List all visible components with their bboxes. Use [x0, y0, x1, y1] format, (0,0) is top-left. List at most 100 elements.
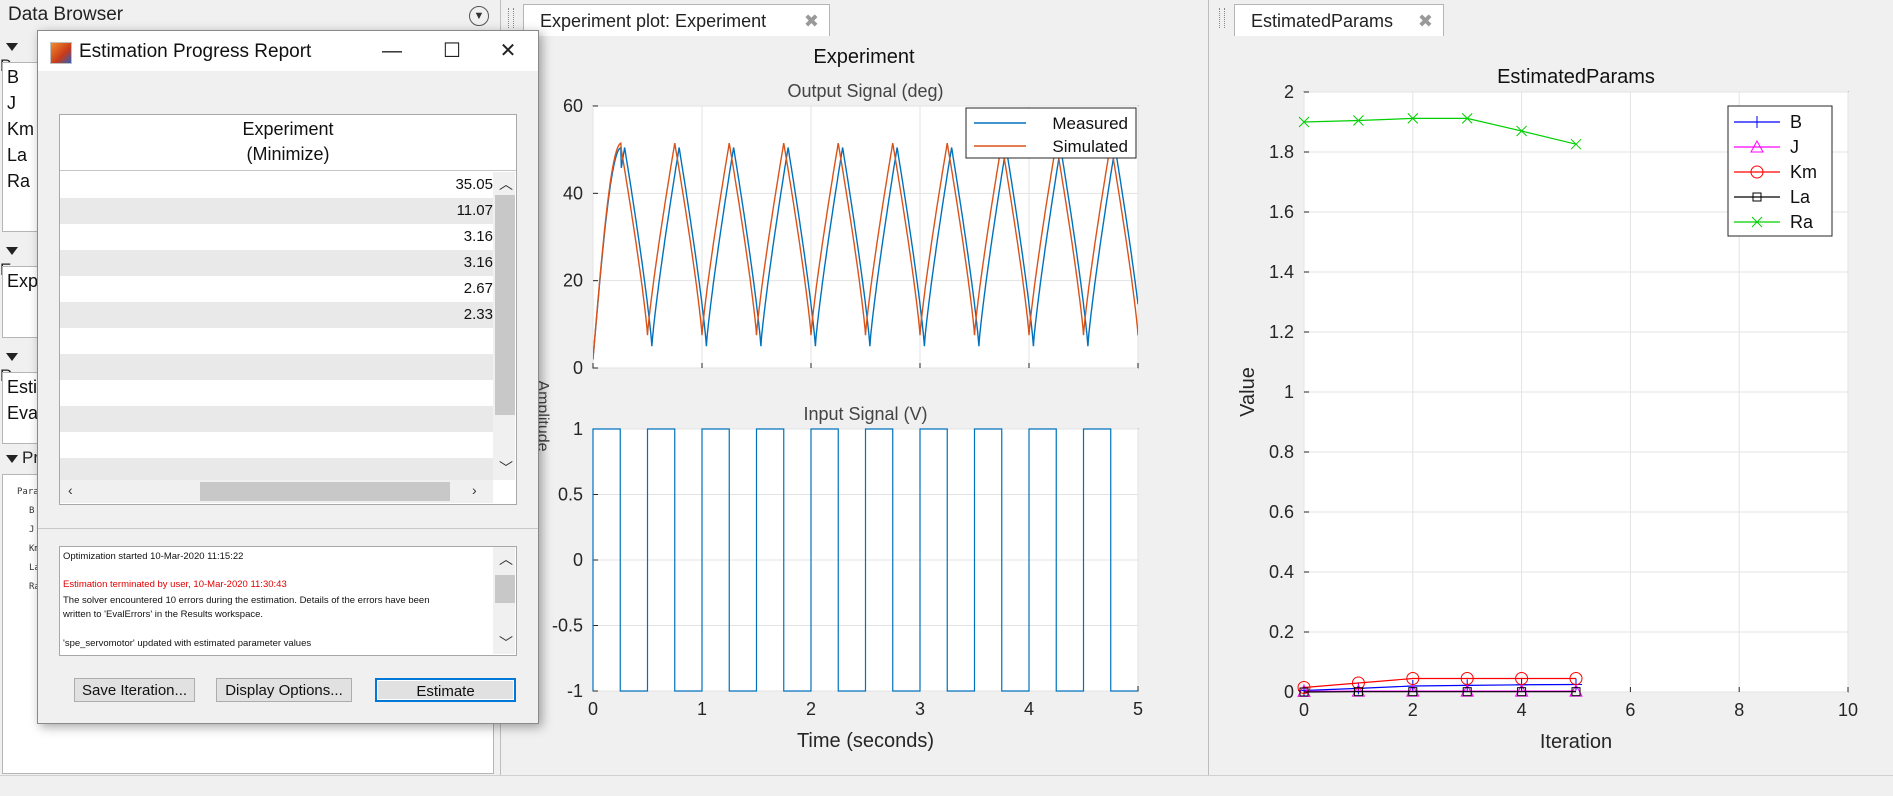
- close-icon[interactable]: ✖: [804, 5, 819, 37]
- y-tick-label: 0.4: [1269, 562, 1294, 582]
- list-item[interactable]: La: [7, 145, 27, 166]
- drag-grip[interactable]: [508, 8, 514, 28]
- preview-text: Para: [17, 487, 39, 497]
- legend-label: Ra: [1790, 212, 1814, 232]
- x-tick-label: 6: [1625, 700, 1635, 720]
- estimated-params-figure: 024681000.20.40.60.811.21.41.61.82Estima…: [1211, 36, 1893, 776]
- display-options-button[interactable]: Display Options...: [216, 678, 352, 702]
- table-row-empty: [60, 328, 493, 354]
- y-tick-label: 0: [573, 550, 583, 570]
- section-results-header[interactable]: Re: [0, 346, 40, 372]
- dialog-title: Estimation Progress Report: [79, 41, 311, 63]
- axes-title: EstimatedParams: [1497, 66, 1655, 88]
- legend-label: J: [1790, 137, 1799, 157]
- progress-table: Experiment (Minimize) 35.05 11.07 3.16 3…: [59, 114, 517, 505]
- divider: [38, 528, 538, 529]
- scrollbar-thumb[interactable]: [200, 482, 450, 501]
- figure-title: Experiment: [813, 46, 915, 68]
- series-input-line: [593, 429, 1138, 691]
- section-parameters-header[interactable]: Pa: [0, 36, 40, 62]
- tab-experiment-plot[interactable]: Experiment plot: Experiment ✖: [523, 4, 830, 36]
- input-signal-axes: 012345-1-0.500.51Input Signal (V)Time (s…: [552, 404, 1143, 752]
- legend-label: Km: [1790, 162, 1817, 182]
- list-item[interactable]: B: [7, 67, 19, 88]
- x-tick-label: 8: [1734, 700, 1744, 720]
- table-row: 2.33: [60, 302, 493, 328]
- log-line: Optimization started 10-Mar-2020 11:15:2…: [63, 550, 483, 564]
- legend-label: La: [1790, 187, 1811, 207]
- table-row-empty: [60, 354, 493, 380]
- chevron-down-icon[interactable]: ﹀: [499, 633, 513, 653]
- table-row-empty: [60, 406, 493, 432]
- data-browser-title: Data Browser: [8, 4, 123, 26]
- x-tick-label: 2: [806, 699, 816, 719]
- close-icon[interactable]: ✖: [1418, 5, 1433, 37]
- log-line: 'spe_servomotor' updated with estimated …: [63, 637, 483, 651]
- close-button[interactable]: ✕: [478, 31, 538, 71]
- list-item[interactable]: Ra: [7, 171, 30, 192]
- preview-text: B: [29, 506, 34, 516]
- section-experiments-header[interactable]: Ex: [0, 240, 40, 266]
- status-bar: [0, 775, 1893, 796]
- x-tick-label: 0: [1299, 700, 1309, 720]
- dialog-titlebar[interactable]: Estimation Progress Report — ☐ ✕: [38, 31, 538, 71]
- chevron-up-icon[interactable]: ︿: [499, 549, 513, 569]
- chevron-left-icon[interactable]: ‹: [68, 482, 73, 498]
- scrollbar-thumb[interactable]: [495, 195, 515, 415]
- table-row: 3.16: [60, 250, 493, 276]
- table-header: Experiment (Minimize): [60, 115, 516, 171]
- y-tick-label: 1.6: [1269, 202, 1294, 222]
- x-axis-label: Iteration: [1540, 731, 1612, 753]
- y-tick-label: 0.6: [1269, 502, 1294, 522]
- x-axis-label: Time (seconds): [797, 730, 934, 752]
- list-item[interactable]: Km: [7, 119, 34, 140]
- table-row-empty: [60, 458, 493, 480]
- panel-divider[interactable]: [1208, 0, 1209, 775]
- chevron-down-icon[interactable]: ▼: [469, 6, 489, 26]
- legend-label: Measured: [1052, 114, 1128, 133]
- log-line-error: Estimation terminated by user, 10-Mar-20…: [63, 578, 483, 592]
- minimize-button[interactable]: —: [362, 31, 422, 71]
- axes-title: Output Signal (deg): [787, 81, 943, 101]
- tab-estimated-params[interactable]: EstimatedParams ✖: [1234, 4, 1444, 36]
- save-iteration-button[interactable]: Save Iteration...: [74, 678, 195, 702]
- chevron-down-icon[interactable]: ﹀: [499, 458, 513, 478]
- experiment-plot-panel: Experiment Amplitude 0204060Output Signa…: [502, 36, 1208, 776]
- table-row: 11.07: [60, 198, 493, 224]
- estimated-params-panel: 024681000.20.40.60.811.21.41.61.82Estima…: [1211, 36, 1893, 776]
- y-tick-label: 0.8: [1269, 442, 1294, 462]
- y-tick-label: -0.5: [552, 616, 583, 636]
- maximize-button[interactable]: ☐: [422, 31, 482, 71]
- log-line: The solver encountered 10 errors during …: [63, 594, 483, 608]
- y-tick-label: 1.2: [1269, 322, 1294, 342]
- section-preview-header[interactable]: Pr: [0, 448, 40, 474]
- legend-label: Simulated: [1052, 137, 1128, 156]
- table-row-empty: [60, 380, 493, 406]
- y-tick-label: 2: [1284, 82, 1294, 102]
- log-textbox[interactable]: Optimization started 10-Mar-2020 11:15:2…: [59, 546, 517, 656]
- x-tick-label: 4: [1517, 700, 1527, 720]
- chevron-right-icon[interactable]: ›: [472, 482, 477, 498]
- legend-label: B: [1790, 112, 1802, 132]
- experiment-figure: Experiment Amplitude 0204060Output Signa…: [502, 36, 1208, 776]
- x-tick-label: 3: [915, 699, 925, 719]
- x-tick-label: 2: [1408, 700, 1418, 720]
- y-tick-label: 1: [573, 419, 583, 439]
- y-tick-label: 0: [573, 358, 583, 378]
- scrollbar-thumb[interactable]: [495, 575, 515, 603]
- matlab-icon: [50, 42, 72, 64]
- x-tick-label: 0: [588, 699, 598, 719]
- drag-grip[interactable]: [1219, 8, 1225, 28]
- list-item[interactable]: J: [7, 93, 16, 114]
- y-tick-label: 0.5: [558, 485, 583, 505]
- y-tick-label: 0: [1284, 682, 1294, 702]
- preview-text: J: [29, 525, 34, 535]
- y-tick-label: 40: [563, 183, 583, 203]
- estimated-params-axes: 024681000.20.40.60.811.21.41.61.82Estima…: [1237, 66, 1858, 753]
- chevron-up-icon[interactable]: ︿: [499, 174, 513, 194]
- table-row: 35.05: [60, 172, 493, 198]
- tab-label: Experiment plot: Experiment: [540, 11, 766, 31]
- x-tick-label: 4: [1024, 699, 1034, 719]
- estimate-button[interactable]: Estimate: [375, 678, 516, 702]
- y-tick-label: 0.2: [1269, 622, 1294, 642]
